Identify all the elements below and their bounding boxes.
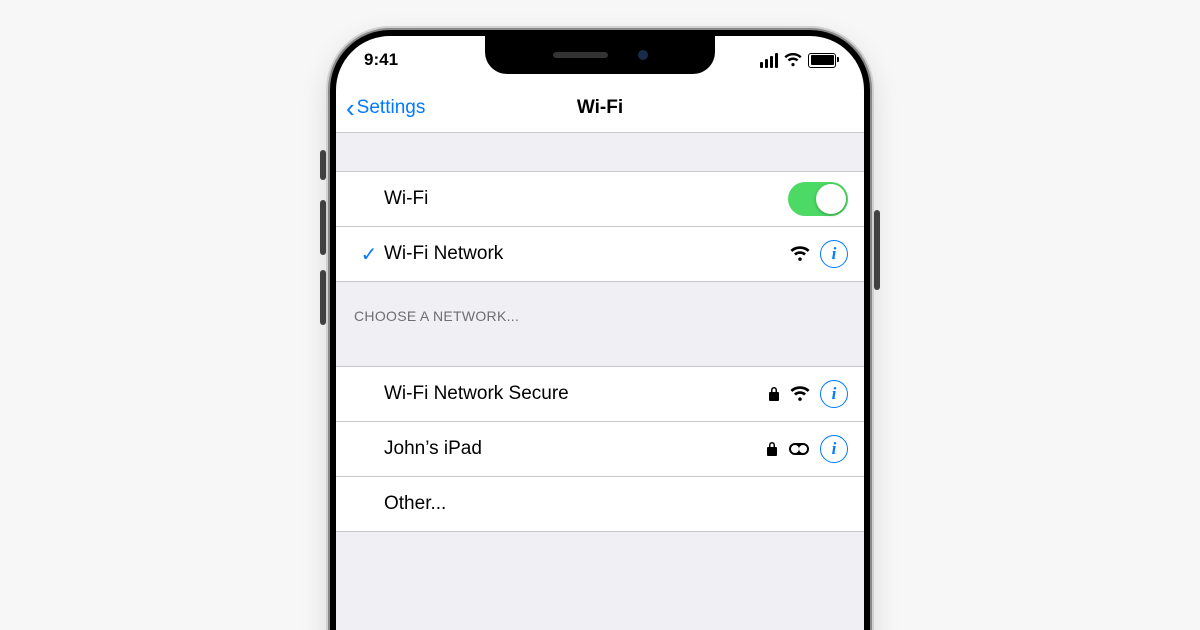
- other-network-row[interactable]: Other...: [336, 477, 864, 532]
- lock-icon: [768, 386, 780, 402]
- network-name: Wi-Fi Network Secure: [384, 383, 768, 405]
- side-button-vol-down: [320, 270, 326, 325]
- side-button-vol-up: [320, 200, 326, 255]
- front-camera: [638, 50, 648, 60]
- iphone-frame: 9:41 ‹ Settings Wi-Fi Wi-Fi: [330, 30, 870, 630]
- network-row[interactable]: Wi-Fi Network Secure i: [336, 367, 864, 422]
- info-button[interactable]: i: [820, 240, 848, 268]
- lock-icon: [766, 441, 778, 457]
- cellular-icon: [760, 53, 779, 68]
- wifi-status-icon: [784, 53, 802, 67]
- side-button-right: [874, 210, 880, 290]
- side-button-mute: [320, 150, 326, 180]
- status-time: 9:41: [364, 50, 398, 70]
- choose-network-header: CHOOSE A NETWORK...: [336, 282, 864, 367]
- back-label: Settings: [357, 97, 426, 119]
- speaker-grille: [553, 52, 608, 58]
- network-name: John’s iPad: [384, 438, 766, 460]
- wifi-toggle-label: Wi-Fi: [384, 188, 788, 210]
- wifi-signal-icon: [790, 246, 810, 262]
- wifi-toggle-row[interactable]: Wi-Fi: [336, 172, 864, 227]
- hotspot-icon: [788, 442, 810, 456]
- back-button[interactable]: ‹ Settings: [336, 95, 425, 121]
- notch: [485, 36, 715, 74]
- chevron-left-icon: ‹: [346, 95, 355, 121]
- connected-network-name: Wi-Fi Network: [384, 243, 790, 265]
- battery-icon: [808, 53, 836, 68]
- network-row[interactable]: John’s iPad i: [336, 422, 864, 477]
- screen: 9:41 ‹ Settings Wi-Fi Wi-Fi: [336, 36, 864, 630]
- nav-bar: ‹ Settings Wi-Fi: [336, 84, 864, 133]
- info-button[interactable]: i: [820, 435, 848, 463]
- connected-network-row[interactable]: ✓ Wi-Fi Network i: [336, 227, 864, 282]
- other-label: Other...: [384, 493, 848, 515]
- wifi-signal-icon: [790, 386, 810, 402]
- info-button[interactable]: i: [820, 380, 848, 408]
- wifi-toggle[interactable]: [788, 182, 848, 216]
- section-gap: [336, 133, 864, 172]
- checkmark-icon: ✓: [361, 242, 378, 267]
